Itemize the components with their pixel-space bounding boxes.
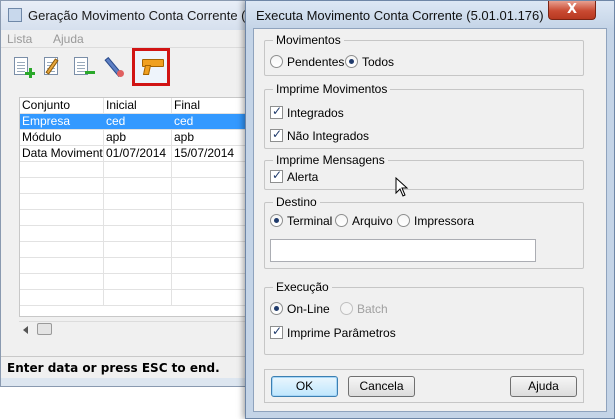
table-cell[interactable]: apb [104,130,172,145]
check-icon: ✓ [272,168,283,182]
remove-document-button[interactable] [71,55,95,79]
checkbox-alerta-box[interactable]: ✓ [270,168,283,183]
ok-button[interactable]: OK [271,376,338,397]
table-row[interactable]: Módulo apb apb [20,130,258,146]
radio-batch-label[interactable]: Batch [357,302,388,316]
empty-row [20,178,258,194]
table-cell[interactable]: Módulo [20,130,104,145]
radio-todos-label[interactable]: Todos [362,55,394,69]
execucao-group-label: Execução [273,280,332,294]
imprime-mensagens-group-label: Imprime Mensagens [273,153,388,167]
checkbox-integrados-box[interactable]: ✓ [270,104,283,119]
window-bottom-frame [1,378,257,386]
checkbox-nao-integrados-box[interactable]: ✓ [270,127,283,142]
table-row[interactable]: Empresa ced ced [20,114,258,130]
column-header-conjunto[interactable]: Conjunto [20,98,104,113]
check-icon: ✓ [272,127,283,141]
table-cell[interactable]: Empresa [20,114,104,129]
checkbox-integrados-label[interactable]: Integrados [287,106,344,120]
radio-terminal-label[interactable]: Terminal [287,214,332,228]
empty-row [20,226,258,242]
movimentos-group: Movimentos Pendentes Todos [264,33,584,76]
menu-lista[interactable]: Lista [7,32,32,46]
imprime-movimentos-group-label: Imprime Movimentos [273,82,391,96]
cancel-button[interactable]: Cancela [348,376,415,397]
check-icon: ✓ [272,324,283,338]
execute-dialog: Executa Movimento Conta Corrente (5.01.0… [245,0,615,419]
empty-row [20,242,258,258]
dialog-title-bar[interactable]: Executa Movimento Conta Corrente (5.01.0… [246,1,614,29]
dialog-body: Movimentos Pendentes Todos Imprime Movim… [253,28,607,412]
edit-document-button[interactable] [41,55,65,79]
table-cell[interactable]: 01/07/2014 [104,146,172,161]
horizontal-scrollbar[interactable] [19,321,257,337]
menu-ajuda[interactable]: Ajuda [53,32,84,46]
status-text: Enter data or press ESC to end. [7,361,220,375]
new-document-button[interactable] [11,55,35,79]
dialog-button-bar: OK Cancela Ajuda [264,369,584,403]
empty-row [20,290,258,306]
app-icon [8,8,22,22]
background-window: Geração Movimento Conta Corrente (1.0 Li… [0,0,264,387]
close-icon: X [566,2,578,17]
radio-impressora-label[interactable]: Impressora [414,214,474,228]
destino-group: Destino Terminal Arquivo Impressora [264,195,584,269]
checkbox-imprime-parametros-label[interactable]: Imprime Parâmetros [287,326,396,340]
radio-arquivo-label[interactable]: Arquivo [352,214,393,228]
table-cell[interactable]: Data Movimento [20,146,104,161]
radio-pendentes-indicator[interactable] [270,55,283,68]
column-header-inicial[interactable]: Inicial [104,98,172,113]
execute-button[interactable] [132,48,170,86]
movimentos-group-label: Movimentos [273,33,344,47]
destino-file-input[interactable] [270,239,536,262]
menu-bar: Lista Ajuda [1,31,257,48]
status-bar: Enter data or press ESC to end. [1,356,257,379]
clear-button[interactable] [101,55,125,79]
radio-arquivo-indicator[interactable] [335,214,348,227]
close-button[interactable]: X [548,1,596,20]
background-window-title: Geração Movimento Conta Corrente (1.0 [28,8,264,23]
destino-group-label: Destino [273,195,320,209]
parameters-table: Conjunto Inicial Final Empresa ced ced M… [19,97,258,317]
help-button[interactable]: Ajuda [510,376,577,397]
checkbox-imprime-parametros-box[interactable]: ✓ [270,324,283,339]
radio-todos-indicator[interactable] [345,55,358,68]
toolbar [1,48,257,86]
radio-terminal-indicator[interactable] [270,214,283,227]
imprime-movimentos-group: Imprime Movimentos ✓ Integrados ✓ Não In… [264,82,584,149]
empty-row [20,194,258,210]
background-title-bar[interactable]: Geração Movimento Conta Corrente (1.0 [1,1,264,30]
dialog-title: Executa Movimento Conta Corrente (5.01.0… [256,8,544,23]
radio-batch-indicator[interactable] [340,302,353,315]
empty-row [20,210,258,226]
empty-row [20,162,258,178]
mouse-pointer-icon [395,177,409,197]
empty-row [20,274,258,290]
radio-on-line-indicator[interactable] [270,302,283,315]
scroll-thumb[interactable] [37,323,52,335]
checkbox-nao-integrados-label[interactable]: Não Integrados [287,129,369,143]
table-row[interactable]: Data Movimento 01/07/2014 15/07/2014 [20,146,258,162]
table-cell[interactable]: ced [104,114,172,129]
execucao-group: Execução On-Line Batch ✓ Imprime Parâmet… [264,280,584,355]
radio-on-line-label[interactable]: On-Line [287,302,330,316]
checkbox-alerta-label[interactable]: Alerta [287,170,318,184]
scroll-left-icon[interactable] [23,326,28,334]
imprime-mensagens-group: Imprime Mensagens ✓ Alerta [264,153,584,190]
check-icon: ✓ [272,104,283,118]
radio-impressora-indicator[interactable] [397,214,410,227]
empty-row [20,258,258,274]
table-header-row: Conjunto Inicial Final [20,98,258,114]
radio-pendentes-label[interactable]: Pendentes [287,55,344,69]
